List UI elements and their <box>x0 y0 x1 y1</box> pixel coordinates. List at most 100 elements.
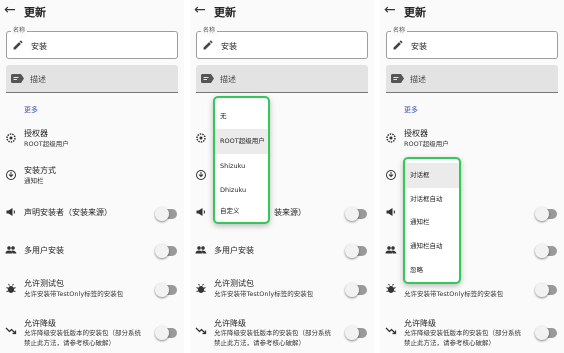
gear-icon <box>386 133 396 143</box>
page-title: 更新 <box>404 6 426 19</box>
settings-panel-3: ← 更新 名称 安装 描述 更多 授权器 ROOT超级用户 允许安装带TestO… <box>380 0 564 353</box>
authorizer-option-none[interactable]: 无 <box>215 104 268 129</box>
pencil-icon <box>13 40 23 50</box>
description-field[interactable]: 描述 <box>386 65 558 93</box>
multi-user-title: 多用户安装 <box>214 246 254 255</box>
description-field[interactable]: 描述 <box>196 65 368 93</box>
allow-downgrade-subtitle-1: 允许降级安装低版本的安装包（部分系统 <box>214 329 331 337</box>
allow-test-subtitle: 允许安装带TestOnly标签的安装包 <box>214 290 314 298</box>
pencil-icon <box>393 40 403 50</box>
multi-user-toggle[interactable] <box>535 244 559 258</box>
gear-icon <box>6 133 16 143</box>
allow-test-toggle[interactable] <box>535 283 559 297</box>
install-icon <box>6 170 16 180</box>
allow-test-toggle[interactable] <box>345 283 369 297</box>
multi-user-setting[interactable]: 多用户安装 <box>0 240 184 260</box>
name-field[interactable]: 名称 安装 <box>196 26 368 59</box>
allow-test-setting[interactable]: 允许测试包 允许安装带TestOnly标签的安装包 <box>190 276 374 302</box>
install-method-option-notification-auto[interactable]: 通知栏自动 <box>405 234 459 259</box>
allow-test-title: 允许测试包 <box>24 279 64 288</box>
allow-test-subtitle: 允许安装带TestOnly标签的安装包 <box>24 290 124 298</box>
allow-downgrade-toggle[interactable] <box>535 326 559 340</box>
name-field[interactable]: 名称 安装 <box>386 26 558 59</box>
install-method-title: 安装方式 <box>24 166 56 175</box>
allow-downgrade-subtitle-2: 禁止此方法，请参考核心破解） <box>214 339 305 347</box>
name-field-label: 名称 <box>391 26 408 35</box>
multi-user-toggle[interactable] <box>345 244 369 258</box>
authorizer-option-custom[interactable]: 自定义 <box>215 199 268 224</box>
bug-icon <box>386 283 396 293</box>
declare-installer-toggle[interactable] <box>345 207 369 221</box>
install-method-dropdown: 对话框 对话框自动 通知栏 通知栏自动 忽略 <box>403 157 461 284</box>
authorizer-title: 授权器 <box>404 129 428 138</box>
page-title: 更新 <box>214 6 236 19</box>
authorizer-option-shizuku[interactable]: Shizuku <box>215 154 268 179</box>
description-placeholder: 描述 <box>220 75 236 84</box>
page-title: 更新 <box>24 6 46 19</box>
allow-downgrade-setting[interactable]: 允许降级 允许降级安装低版本的安装包（部分系统 禁止此方法，请参考核心破解） <box>0 316 184 350</box>
gear-icon <box>196 133 206 143</box>
trending-down-icon <box>385 327 397 335</box>
authorizer-setting[interactable]: 授权器 ROOT超级用户 <box>380 126 564 150</box>
install-method-option-notification[interactable]: 通知栏 <box>405 210 459 235</box>
authorizer-value: ROOT超级用户 <box>24 140 69 148</box>
install-icon <box>386 170 396 180</box>
install-method-setting[interactable]: 安装方式 通知栏 <box>0 162 184 186</box>
authorizer-dropdown: 无 ROOT超级用户 Shizuku Dhizuku 自定义 <box>213 96 270 224</box>
more-section-header: 更多 <box>404 106 418 114</box>
megaphone-icon <box>386 208 395 216</box>
app-bar: ← 更新 <box>0 0 184 26</box>
authorizer-option-root[interactable]: ROOT超级用户 <box>215 129 268 154</box>
allow-downgrade-subtitle-2: 禁止此方法，请参考核心破解） <box>404 339 495 347</box>
back-arrow-icon[interactable]: ← <box>4 2 16 18</box>
settings-panel-2: ← 更新 名称 安装 描述 装来源） 多用户安装 允许测试包 允许安装带Test… <box>190 0 374 353</box>
declare-installer-toggle[interactable] <box>155 207 179 221</box>
declare-installer-title-partial: 装来源） <box>274 208 306 217</box>
authorizer-setting[interactable]: 授权器 ROOT超级用户 <box>0 126 184 150</box>
people-icon <box>5 246 17 254</box>
allow-downgrade-subtitle-1: 允许降级安装低版本的安装包（部分系统 <box>24 329 141 337</box>
trending-down-icon <box>195 327 207 335</box>
description-placeholder: 描述 <box>410 75 426 84</box>
allow-downgrade-toggle[interactable] <box>155 326 179 340</box>
app-bar: ← 更新 <box>380 0 564 26</box>
megaphone-icon <box>6 208 15 216</box>
name-field-label: 名称 <box>11 26 28 35</box>
allow-downgrade-setting[interactable]: 允许降级 允许降级安装低版本的安装包（部分系统 禁止此方法，请参考核心破解） <box>190 316 374 350</box>
declare-installer-title: 声明安装者（安装来源） <box>24 208 112 217</box>
trending-down-icon <box>5 327 17 335</box>
multi-user-setting[interactable]: 多用户安装 <box>190 240 374 260</box>
name-field-value: 安装 <box>411 42 427 51</box>
description-placeholder: 描述 <box>30 75 46 84</box>
install-method-option-dialog-auto[interactable]: 对话框自动 <box>405 187 459 212</box>
allow-test-subtitle: 允许安装带TestOnly标签的安装包 <box>404 290 504 298</box>
authorizer-title: 授权器 <box>24 129 48 138</box>
allow-downgrade-setting[interactable]: 允许降级 允许降级安装低版本的安装包（部分系统 禁止此方法，请参考核心破解） <box>380 316 564 350</box>
name-field[interactable]: 名称 安装 <box>6 26 178 59</box>
name-field-value: 安装 <box>221 42 237 51</box>
allow-downgrade-toggle[interactable] <box>345 326 369 340</box>
allow-test-title: 允许测试包 <box>214 279 254 288</box>
back-arrow-icon[interactable]: ← <box>384 2 396 18</box>
install-method-value: 通知栏 <box>24 177 44 185</box>
more-section-header: 更多 <box>24 106 38 114</box>
description-field[interactable]: 描述 <box>6 65 178 93</box>
name-field-value: 安装 <box>31 42 47 51</box>
app-bar: ← 更新 <box>190 0 374 26</box>
bug-icon <box>6 283 16 293</box>
install-method-option-dialog[interactable]: 对话框 <box>405 163 459 188</box>
install-icon <box>196 170 206 180</box>
label-icon <box>391 74 404 83</box>
declare-installer-toggle[interactable] <box>535 207 559 221</box>
megaphone-icon <box>196 208 205 216</box>
allow-test-setting[interactable]: 允许测试包 允许安装带TestOnly标签的安装包 <box>0 276 184 302</box>
declare-installer-setting[interactable]: 声明安装者（安装来源） <box>0 202 184 222</box>
bug-icon <box>196 283 206 293</box>
back-arrow-icon[interactable]: ← <box>194 2 206 18</box>
people-icon <box>385 246 397 254</box>
allow-test-toggle[interactable] <box>155 283 179 297</box>
multi-user-toggle[interactable] <box>155 244 179 258</box>
label-icon <box>201 74 214 83</box>
install-method-option-ignore[interactable]: 忽略 <box>405 258 459 283</box>
name-field-label: 名称 <box>201 26 218 35</box>
